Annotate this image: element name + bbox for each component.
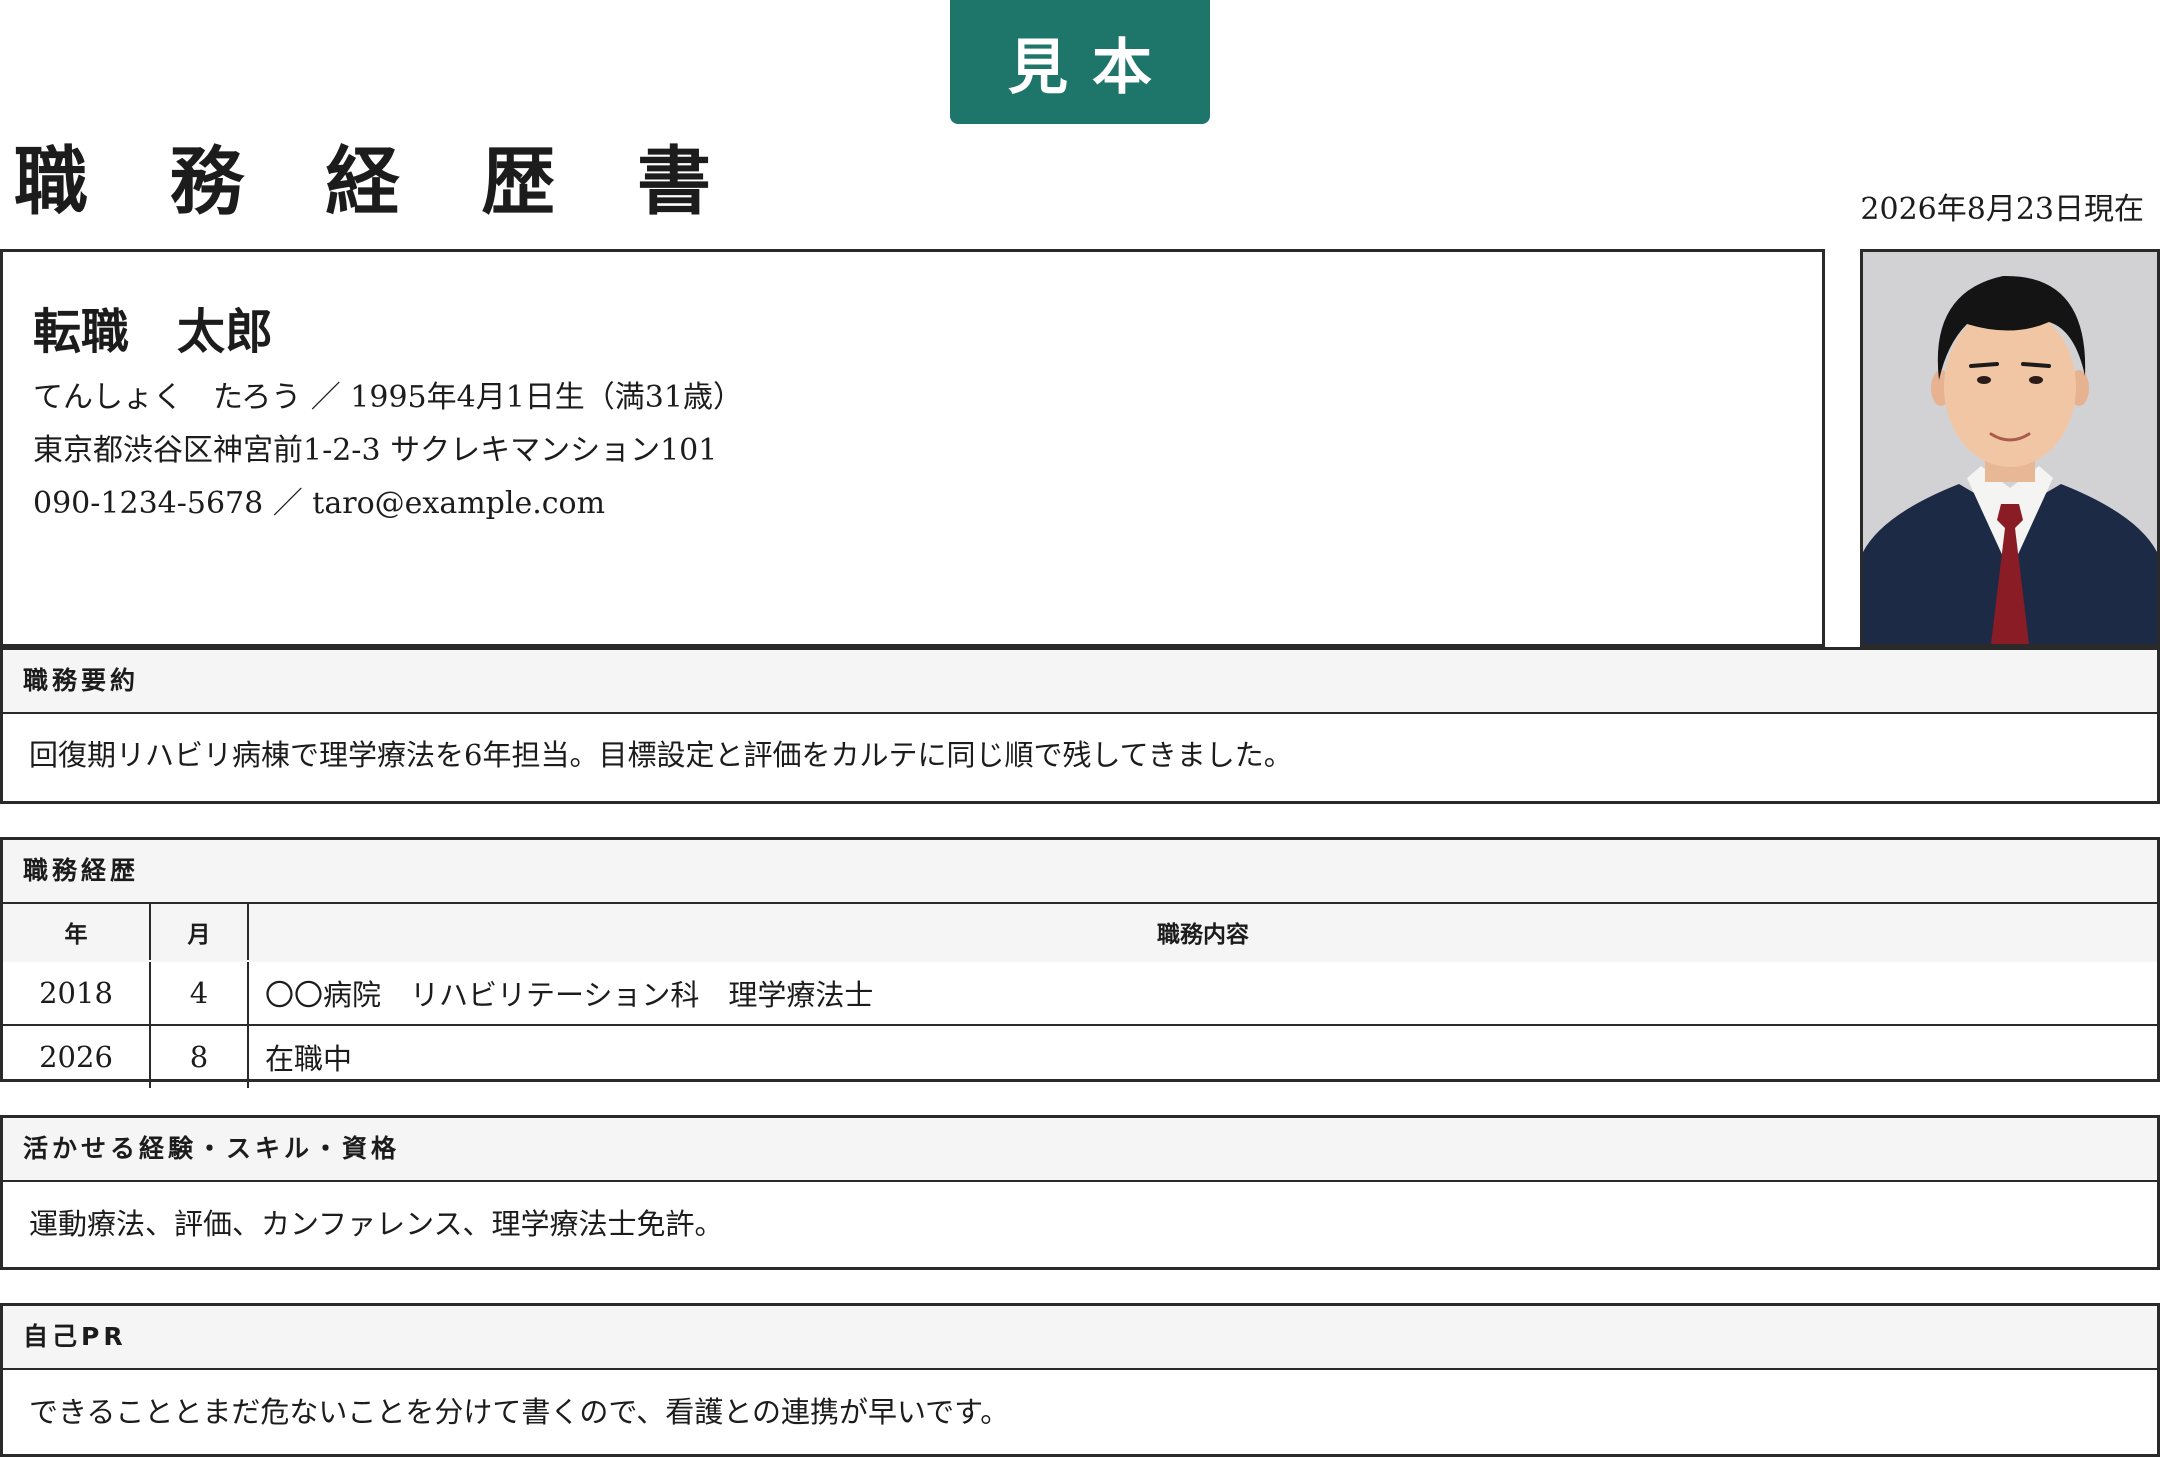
history-content: 在職中 — [265, 1042, 353, 1076]
profile-box: 転職 太郎 てんしょく たろう ／ 1995年4月1日生（満31歳） 東京都渋谷… — [0, 249, 1825, 647]
profile-kana-birth: てんしょく たろう ／ 1995年4月1日生（満31歳） — [33, 380, 743, 415]
profile-photo — [1860, 249, 2160, 647]
table-row: 2026 8 在職中 — [3, 1025, 2157, 1088]
skills-heading: 活かせる経験・スキル・資格 — [3, 1118, 2157, 1182]
history-content: 〇〇病院 リハビリテーション科 理学療法士 — [248, 961, 2157, 1026]
table-row: 2018 4 〇〇病院 リハビリテーション科 理学療法士 — [3, 961, 2157, 1026]
history-year: 2018 — [3, 961, 151, 1026]
history-col-month: 月 — [150, 904, 249, 962]
summary-heading: 職務要約 — [3, 650, 2157, 714]
document-title: 職 務 経 歴 書 — [14, 139, 740, 225]
history-month: 4 — [150, 961, 249, 1026]
skills-text: 運動療法、評価、カンファレンス、理学療法士免許。 — [29, 1207, 724, 1241]
summary-section: 職務要約 回復期リハビリ病棟で理学療法を6年担当。目標設定と評価をカルテに同じ順… — [0, 647, 2160, 804]
profile-contact: 090-1234-5678 ／ taro@example.com — [33, 486, 606, 521]
history-year: 2026 — [3, 1025, 151, 1088]
history-heading: 職務経歴 — [3, 840, 2157, 904]
profile-address: 東京都渋谷区神宮前1-2-3 サクレキマンション101 — [33, 433, 718, 468]
history-header-row: 年 月 職務内容 — [3, 904, 2157, 962]
history-table: 年 月 職務内容 2018 4 〇〇病院 リハビリテーション科 理学療法士 20… — [3, 904, 2157, 1088]
profile-name: 転職 太郎 — [33, 304, 274, 360]
history-col-content: 職務内容 — [248, 904, 2157, 962]
pr-text: できることとまだ危ないことを分けて書くので、看護との連携が早いです。 — [29, 1395, 1010, 1429]
history-section: 職務経歴 年 月 職務内容 2018 4 〇〇病院 リハビリテーション科 理学療… — [0, 837, 2160, 1088]
document-date: 2026年8月23日現在 — [1860, 192, 2144, 227]
sample-badge: 見本 — [950, 0, 1210, 124]
summary-text: 回復期リハビリ病棟で理学療法を6年担当。目標設定と評価をカルテに同じ順で残してき… — [29, 738, 1293, 772]
pr-section: 自己PR できることとまだ危ないことを分けて書くので、看護との連携が早いです。 — [0, 1303, 2160, 1457]
pr-heading: 自己PR — [3, 1306, 2157, 1370]
history-month: 8 — [150, 1025, 249, 1088]
skills-section: 活かせる経験・スキル・資格 運動療法、評価、カンファレンス、理学療法士免許。 — [0, 1115, 2160, 1270]
history-col-year: 年 — [3, 904, 151, 962]
